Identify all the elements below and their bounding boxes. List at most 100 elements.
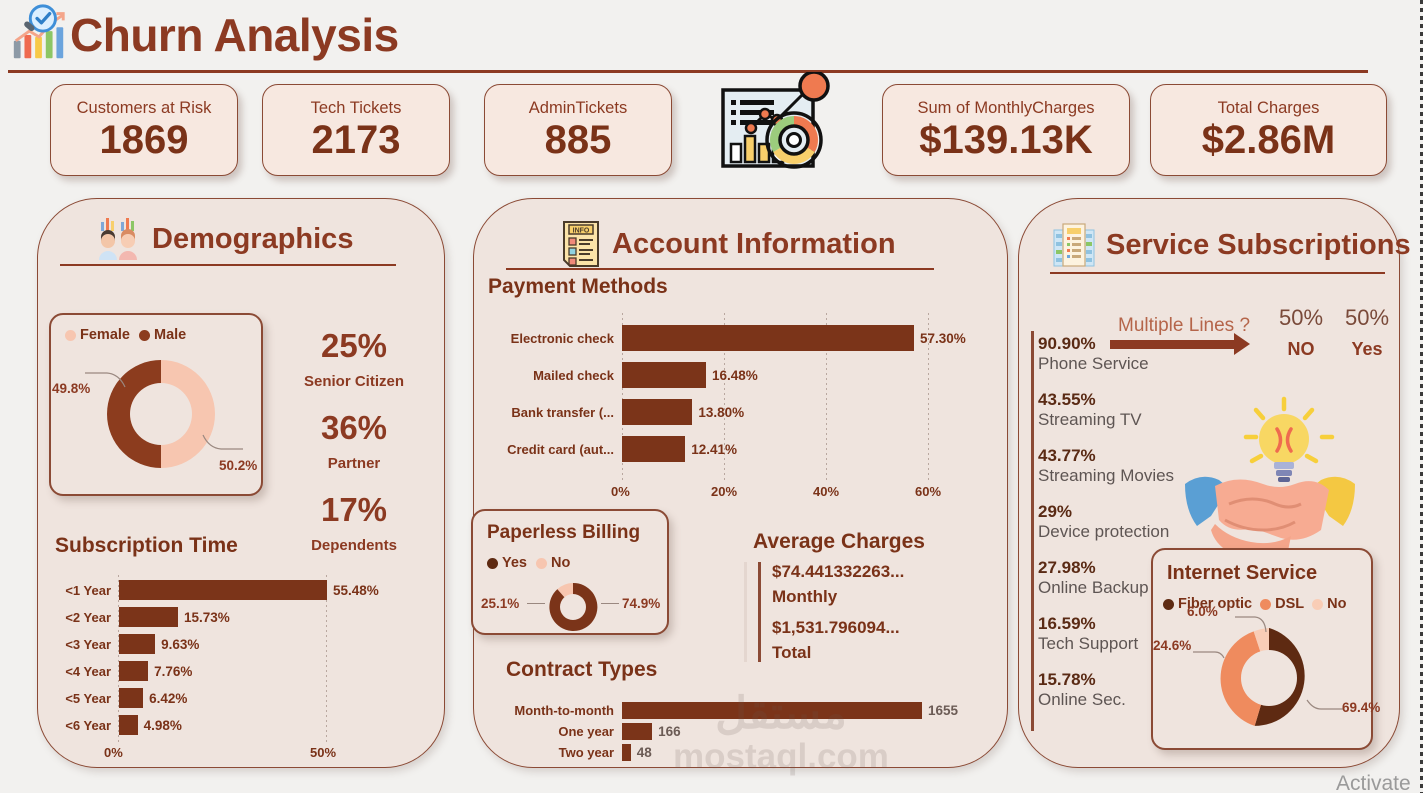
bar-row[interactable]: <5 Year 6.42% — [53, 688, 413, 708]
legend-dot-no-internet — [1312, 598, 1324, 610]
bar-value-label: 6.42% — [149, 690, 188, 706]
contract-types-title: Contract Types — [506, 658, 658, 681]
multiple-lines-yes-label: Yes — [1351, 339, 1383, 359]
dashboard-report-icon — [721, 72, 830, 169]
kpi-label: AdminTickets — [528, 98, 628, 117]
services-title-row: Service Subscriptions — [1052, 222, 1411, 268]
bar-row[interactable]: Bank transfer (... 13.80% — [490, 399, 990, 425]
bar-track — [622, 436, 686, 462]
stat-dependents-value: 17% — [320, 491, 388, 528]
service-list-item[interactable]: 43.55% Streaming TV — [1038, 390, 1142, 430]
paperless-leader-left — [527, 603, 545, 605]
legend-no: No — [536, 555, 570, 571]
bar-value-label: 9.63% — [161, 636, 200, 652]
legend-dot-fiber-optic — [1163, 598, 1174, 610]
service-list-item[interactable]: 27.98% Online Backup — [1038, 558, 1149, 598]
bar-value-label: 166 — [658, 724, 681, 739]
bar-fill — [119, 634, 156, 654]
bar-row[interactable]: <6 Year 4.98% — [53, 715, 413, 735]
kpi-value: $139.13K — [919, 118, 1093, 163]
average-charges-rail — [758, 562, 761, 662]
header-divider — [8, 70, 1368, 73]
bar-row[interactable]: <3 Year 9.63% — [53, 634, 413, 654]
kpi-label: Sum of MonthlyCharges — [917, 98, 1095, 117]
bar-row[interactable]: Mailed check 16.48% — [490, 362, 990, 388]
bar-category-label: <3 Year — [65, 636, 111, 652]
people-chart-icon — [99, 218, 137, 260]
average-charges-title: Average Charges — [753, 530, 925, 553]
stat-partner-value: 36% — [320, 409, 388, 446]
bar-track — [119, 688, 144, 708]
paperless-legend: Yes No — [487, 555, 570, 571]
bar-fill — [622, 362, 706, 388]
bar-row[interactable]: Month-to-month 1655 — [490, 702, 990, 719]
legend-male: Male — [138, 327, 187, 343]
bar-row[interactable]: One year 166 — [490, 723, 990, 740]
bar-row[interactable]: <1 Year 55.48% — [53, 580, 413, 600]
bar-fill — [119, 580, 327, 600]
bar-fill — [622, 436, 686, 462]
internet-service-title: Internet Service — [1167, 562, 1318, 584]
service-percentage: 16.59% — [1038, 614, 1096, 633]
bar-value-label: 12.41% — [691, 441, 738, 457]
stat-senior-citizen-value: 25% — [320, 327, 388, 364]
service-list-item[interactable]: 29% Device protection — [1038, 502, 1169, 542]
average-total-label: Total — [772, 643, 812, 662]
service-list-item[interactable]: 16.59% Tech Support — [1038, 614, 1138, 654]
gender-label-female-pct: 50.2% — [219, 458, 258, 473]
internet-label-fiber: 69.4% — [1342, 700, 1381, 715]
bar-track — [622, 723, 653, 740]
kpi-card-customers-at-risk[interactable]: Customers at Risk 1869 — [50, 84, 238, 176]
internet-label-dsl: 24.6% — [1153, 638, 1192, 653]
internet-label-no: 6.0% — [1187, 604, 1218, 619]
legend-dsl: DSL — [1260, 596, 1304, 612]
paperless-billing-card[interactable]: Paperless Billing Yes No 25.1% 74.9% — [471, 509, 669, 635]
multiple-lines-yes-pct: 50% — [1344, 305, 1390, 330]
paperless-title: Paperless Billing — [487, 522, 641, 543]
bar-category-label: <6 Year — [65, 717, 111, 733]
average-charges-rail-light — [744, 562, 747, 662]
kpi-card-tech-tickets[interactable]: Tech Tickets 2173 — [262, 84, 450, 176]
legend-yes: Yes — [487, 555, 527, 571]
demographics-divider — [60, 264, 396, 266]
account-title: Account Information — [612, 227, 896, 260]
building-services-icon — [1053, 223, 1095, 267]
legend-label-dsl: DSL — [1275, 596, 1305, 612]
bar-row[interactable]: <4 Year 7.76% — [53, 661, 413, 681]
bar-fill — [622, 702, 922, 719]
kpi-card-total-charges[interactable]: Total Charges $2.86M — [1150, 84, 1387, 176]
bar-track — [119, 715, 138, 735]
service-name: Phone Service — [1038, 353, 1149, 373]
service-list-item[interactable]: 15.78% Online Sec. — [1038, 670, 1126, 710]
service-name: Streaming TV — [1038, 409, 1142, 429]
service-list-item[interactable]: 43.77% Streaming Movies — [1038, 446, 1174, 486]
gender-leader-line-left — [85, 372, 126, 388]
app-header: Churn Analysis — [0, 0, 1423, 74]
bar-fill — [119, 715, 138, 735]
paperless-label-yes: 74.9% — [622, 596, 661, 611]
bar-row[interactable]: Electronic check 57.30% — [490, 325, 990, 351]
demographics-title-row: Demographics — [96, 216, 353, 262]
subscription-time-title: Subscription Time — [55, 534, 238, 557]
bar-track — [119, 607, 178, 627]
kpi-card-sum-monthly-charges[interactable]: Sum of MonthlyCharges $139.13K — [882, 84, 1130, 176]
kpi-card-admin-tickets[interactable]: AdminTickets 885 — [484, 84, 672, 176]
internet-service-card[interactable]: Internet Service Fiber optic DSL No 6.0%… — [1151, 548, 1380, 750]
average-total-value: $1,531.796094... — [772, 618, 900, 637]
kpi-label: Total Charges — [1217, 98, 1320, 117]
legend-label-female: Female — [80, 327, 130, 343]
paperless-label-no: 25.1% — [481, 596, 520, 611]
service-percentage: 43.55% — [1038, 390, 1096, 409]
service-list-item[interactable]: 90.90% Phone Service — [1038, 334, 1149, 374]
legend-label-male: Male — [153, 327, 187, 343]
bar-row[interactable]: <2 Year 15.73% — [53, 607, 413, 627]
stat-partner-label: Partner — [327, 455, 381, 472]
bar-row[interactable]: Credit card (aut... 12.41% — [490, 436, 990, 462]
bar-category-label: Credit card (aut... — [507, 441, 614, 457]
stat-senior-citizen-label: Senior Citizen — [303, 373, 404, 390]
payment-axis-40: 40% — [813, 484, 840, 499]
gender-legend: Female Male — [65, 327, 186, 343]
average-monthly-value: $74.441332263... — [772, 562, 905, 581]
bar-row[interactable]: Two year 48 — [490, 744, 990, 761]
bar-category-label: <5 Year — [65, 690, 111, 706]
